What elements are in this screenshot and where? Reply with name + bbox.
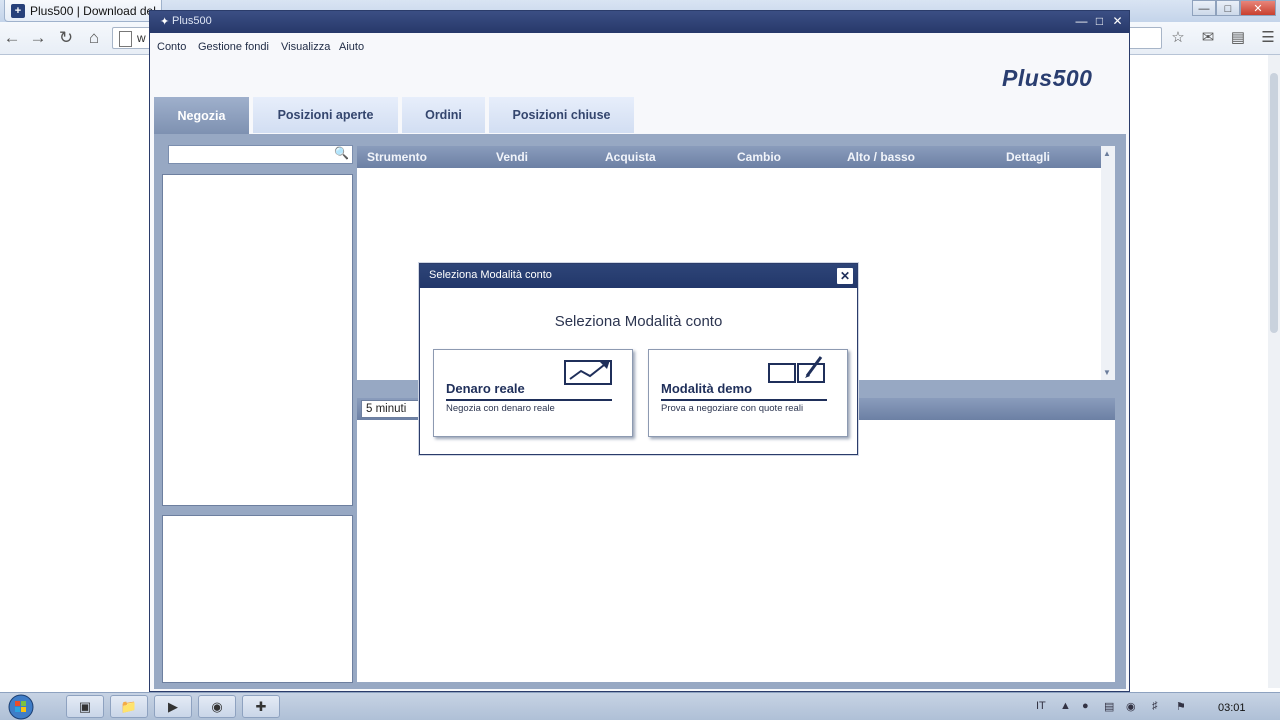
home-icon[interactable]: ⌂ <box>84 28 104 48</box>
volume-icon[interactable]: ♯ <box>1152 700 1158 712</box>
chrome-browser-icon[interactable]: ◉ <box>198 695 236 718</box>
column-cambio[interactable]: Cambio <box>737 150 781 164</box>
bookmark-star-icon[interactable]: ☆ <box>1168 29 1188 47</box>
mail-icon[interactable]: ✉ <box>1198 29 1218 47</box>
security-tray-icon[interactable]: ◉ <box>1126 700 1136 713</box>
menu-conto[interactable]: Conto <box>157 41 186 53</box>
show-desktop-icon[interactable]: ▣ <box>66 695 104 718</box>
column-dettagli[interactable]: Dettagli <box>1006 150 1050 164</box>
option-divider <box>446 399 612 401</box>
menu-icon[interactable]: ☰ <box>1258 29 1278 47</box>
minimize-icon[interactable]: — <box>1192 0 1216 16</box>
plus500-app-icon[interactable]: ✚ <box>242 695 280 718</box>
extension-icon[interactable]: ▤ <box>1228 29 1248 47</box>
tab-posizioni-aperte[interactable]: Posizioni aperte <box>253 97 398 133</box>
file-explorer-icon[interactable]: 📁 <box>110 695 148 718</box>
maximize-icon[interactable]: □ <box>1216 0 1240 16</box>
app-titlebar: ✦ Plus500 — □ ✕ <box>150 11 1129 33</box>
column-acquista[interactable]: Acquista <box>605 150 656 164</box>
option-name: Denaro reale <box>446 381 525 396</box>
timeframe-select[interactable]: 5 minuti <box>361 400 423 418</box>
page-scrollbar[interactable] <box>1268 55 1280 688</box>
taskbar-clock[interactable]: 03:01 <box>1218 702 1246 714</box>
dialog-heading: Seleziona Modalità conto <box>554 313 723 330</box>
instrument-grid-header: Strumento Vendi Acquista Cambio Alto / b… <box>357 146 1101 168</box>
menu-gestione-fondi[interactable]: Gestione fondi <box>198 41 269 53</box>
start-orb-icon[interactable] <box>6 693 36 720</box>
tray-app-icon[interactable]: ● <box>1082 700 1089 712</box>
scrollbar-thumb[interactable] <box>1270 73 1278 333</box>
instrument-search-input[interactable]: 🔍 <box>168 145 353 164</box>
instrument-sub-list[interactable] <box>162 515 353 683</box>
chart-area[interactable] <box>357 420 1115 682</box>
option-name: Modalità demo <box>661 381 753 396</box>
reload-icon[interactable]: ↻ <box>56 28 76 48</box>
option-divider <box>661 399 827 401</box>
column-vendi[interactable]: Vendi <box>496 150 528 164</box>
instrument-category-list[interactable] <box>162 174 353 506</box>
tab-ordini[interactable]: Ordini <box>402 97 485 133</box>
option-description: Prova a negoziare con quote reali <box>661 403 804 414</box>
scroll-down-icon[interactable]: ▼ <box>1103 368 1111 377</box>
browser-tab-title: Plus500 | Download del <box>30 3 156 18</box>
close-icon[interactable]: ✕ <box>837 268 853 284</box>
address-bar-url: w <box>137 31 146 45</box>
app-window-title: Plus500 <box>172 15 212 27</box>
media-player-icon[interactable]: ▶ <box>154 695 192 718</box>
language-indicator[interactable]: IT <box>1036 700 1046 712</box>
dialog-title: Seleziona Modalità conto <box>429 269 552 281</box>
page-icon <box>119 31 132 47</box>
real-money-option[interactable]: Denaro reale Negozia con denaro reale <box>433 349 633 437</box>
windows-taskbar: ▣ 📁 ▶ ◉ ✚ IT ▲ ● ▤ ◉ ♯ ⚑ 03:01 <box>0 692 1280 720</box>
column-strumento[interactable]: Strumento <box>367 150 427 164</box>
column-alto-basso[interactable]: Alto / basso <box>847 150 915 164</box>
forward-arrow-icon[interactable]: → <box>28 28 48 48</box>
rising-chart-icon <box>564 360 612 385</box>
close-icon[interactable]: ✕ <box>1240 0 1276 16</box>
browser-tab[interactable]: + Plus500 | Download del <box>4 0 162 22</box>
tab-negozia[interactable]: Negozia <box>154 97 249 134</box>
back-arrow-icon[interactable]: ← <box>2 28 22 48</box>
plus500-logo: Plus500 <box>1002 65 1093 91</box>
account-mode-dialog: Seleziona Modalità conto ✕ Seleziona Mod… <box>419 263 858 455</box>
app-maximize-icon[interactable]: □ <box>1092 14 1107 29</box>
menu-visualizza[interactable]: Visualizza <box>281 41 330 53</box>
network-tray-icon[interactable]: ▤ <box>1104 700 1114 713</box>
tray-expand-icon[interactable]: ▲ <box>1060 700 1071 712</box>
app-close-icon[interactable]: ✕ <box>1110 14 1125 29</box>
plus500-favicon-icon: + <box>11 3 25 18</box>
grid-scrollbar[interactable]: ▲ ▼ <box>1101 146 1115 380</box>
scroll-up-icon[interactable]: ▲ <box>1103 149 1111 158</box>
search-icon[interactable]: 🔍 <box>334 146 349 160</box>
app-minimize-icon[interactable]: — <box>1074 14 1089 29</box>
menu-aiuto[interactable]: Aiuto <box>339 41 364 53</box>
tab-posizioni-chiuse[interactable]: Posizioni chiuse <box>489 97 634 133</box>
app-window-icon: ✦ <box>160 16 170 28</box>
dialog-titlebar: Seleziona Modalità conto ✕ <box>420 264 857 288</box>
demo-screens-icon <box>768 356 825 383</box>
action-center-flag-icon[interactable]: ⚑ <box>1176 700 1186 713</box>
option-description: Negozia con denaro reale <box>446 403 555 414</box>
demo-mode-option[interactable]: Modalità demo Prova a negoziare con quot… <box>648 349 848 437</box>
app-menubar: Conto Gestione fondi Visualizza Aiuto <box>150 33 1129 57</box>
